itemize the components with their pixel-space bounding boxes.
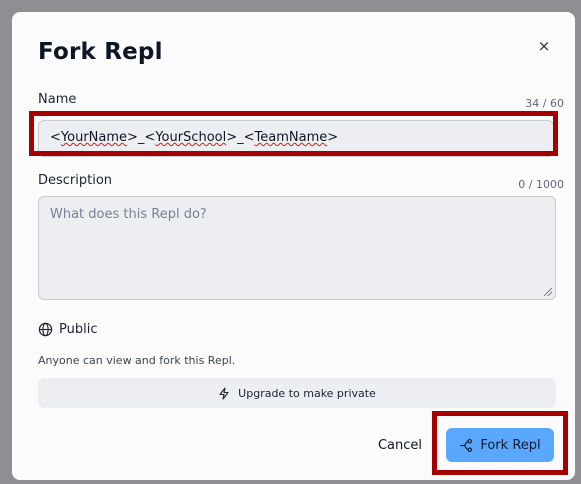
visibility-helper-text: Anyone can view and fork this Repl. bbox=[38, 354, 236, 367]
name-value-part: >_< bbox=[226, 130, 255, 145]
fork-icon bbox=[460, 438, 473, 452]
name-value-part: YourSchool bbox=[155, 130, 227, 145]
upgrade-to-private-button[interactable]: Upgrade to make private bbox=[38, 378, 556, 408]
name-value-part: YourName bbox=[60, 130, 128, 145]
description-char-counter: 0 / 1000 bbox=[518, 178, 564, 191]
visibility-label: Public bbox=[59, 322, 98, 337]
resize-handle-icon[interactable] bbox=[544, 288, 552, 296]
name-label: Name bbox=[38, 92, 77, 107]
name-input[interactable]: <YourName>_<YourSchool>_<TeamName> bbox=[38, 120, 554, 157]
cancel-button[interactable]: Cancel bbox=[370, 429, 430, 461]
name-char-counter: 34 / 60 bbox=[525, 97, 564, 110]
upgrade-label: Upgrade to make private bbox=[238, 386, 376, 400]
visibility-status: Public bbox=[38, 322, 97, 337]
globe-icon bbox=[38, 322, 53, 337]
name-value-part: TeamName bbox=[254, 130, 328, 145]
fork-repl-button[interactable]: Fork Repl bbox=[446, 428, 554, 462]
name-value-part: > bbox=[327, 130, 339, 145]
close-icon: × bbox=[537, 37, 551, 55]
name-value-part: >_< bbox=[127, 130, 156, 145]
description-textarea[interactable]: What does this Repl do? bbox=[38, 196, 556, 300]
fork-repl-label: Fork Repl bbox=[480, 437, 541, 453]
name-value-part: < bbox=[50, 130, 61, 145]
description-label: Description bbox=[38, 173, 113, 188]
description-placeholder: What does this Repl do? bbox=[50, 207, 207, 222]
fork-repl-dialog: Fork Repl × Name 34 / 60 <YourName>_<You… bbox=[12, 12, 575, 480]
close-button[interactable]: × bbox=[532, 34, 556, 58]
lightning-icon bbox=[219, 386, 229, 400]
dialog-title: Fork Repl bbox=[38, 39, 163, 65]
